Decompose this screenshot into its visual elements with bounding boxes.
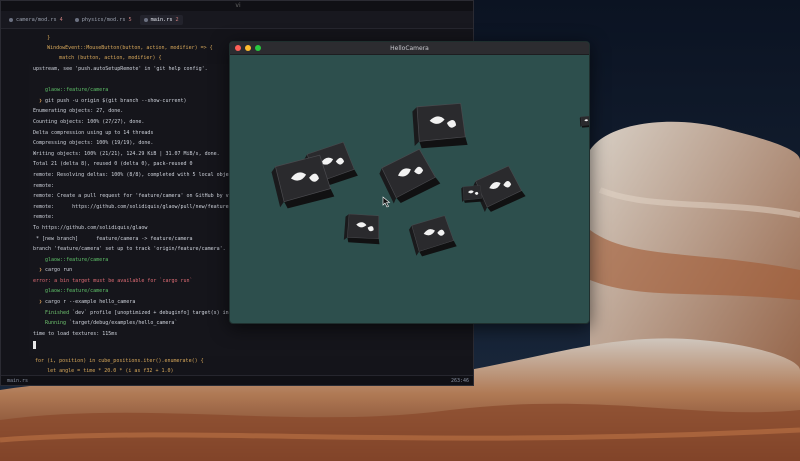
output-text: Compressing objects: 100% (19/19), done. <box>33 140 154 147</box>
output-text: Writing objects: 100% (21/21), 124.29 Ki… <box>33 150 220 157</box>
render-canvas[interactable] <box>230 55 590 324</box>
terminal-cursor <box>33 340 36 349</box>
file-icon <box>143 17 148 22</box>
output-text: Delta compression using up to 14 threads <box>33 129 154 136</box>
tab-0[interactable]: camera/mod.rs 4 <box>5 15 67 25</box>
tab-1[interactable]: physics/mod.rs 5 <box>71 15 136 25</box>
cube-9 <box>579 115 589 128</box>
code-bottom: for (i, position) in cube_positions.iter… <box>1 356 473 376</box>
file-icon <box>74 17 79 22</box>
prompt-directory: glaow::feature/camera <box>45 288 109 295</box>
line-number <box>1 33 23 43</box>
output-text: remote: <box>33 214 55 221</box>
output-text: Total 21 (delta 8), reused 0 (delta 0), … <box>33 161 193 168</box>
line-number <box>1 43 23 53</box>
hello-camera-window[interactable]: HelloCamera <box>229 41 590 324</box>
terminal-line <box>29 339 473 350</box>
output-text: * [new branch] feature/camera -> feature… <box>33 235 193 242</box>
code-text: } <box>23 35 51 41</box>
code-text: WindowEvent::MouseButton(button, action,… <box>23 45 213 51</box>
code-line: for (i, position) in cube_positions.iter… <box>1 356 473 366</box>
cargo-status-text: `target/debug/examples/hello_camera` <box>66 320 178 327</box>
status-position: 263:46 <box>450 378 469 384</box>
tab-count: 4 <box>59 16 63 23</box>
tab-2[interactable]: main.rs 2 <box>139 14 183 25</box>
tab-count: 5 <box>128 16 132 23</box>
editor-status-bar: main.rs 263:46 <box>1 375 473 385</box>
cargo-status-label: Finished <box>45 309 70 316</box>
output-text: remote: Create a pull request for 'featu… <box>33 193 253 200</box>
output-text: upstream, see 'push.autoSetupRemote' in … <box>33 66 208 72</box>
mouse-cursor-icon <box>382 196 391 208</box>
command-text: cargo run <box>45 267 73 274</box>
cube-4 <box>375 146 443 207</box>
cube-6 <box>460 185 484 204</box>
command-text: git push -u origin $(git branch --show-c… <box>45 97 187 104</box>
output-text: branch 'feature/camera' set up to track … <box>33 246 226 253</box>
error-text: error: a bin target must be available fo… <box>33 277 193 284</box>
cube-7 <box>341 210 384 247</box>
cargo-status-text: `dev` profile [unoptimized + debuginfo] … <box>69 309 247 316</box>
code-text: for (i, position) in cube_positions.iter… <box>23 358 204 364</box>
output-text: To https://github.com/solidiquis/glaow <box>33 224 148 231</box>
line-number <box>1 53 23 63</box>
output-text: time to load textures: 115ms <box>33 330 118 337</box>
editor-window-title: vi <box>1 1 473 11</box>
tab-count: 2 <box>175 16 179 23</box>
command-text: cargo r --example hello_camera <box>45 299 136 306</box>
status-file: main.rs <box>7 378 29 384</box>
file-icon <box>9 17 13 22</box>
tab-label: main.rs <box>150 16 173 23</box>
code-text: match (button, action, modifier) { <box>23 55 162 61</box>
output-text: remote: Resolving deltas: 100% (8/8), co… <box>33 171 241 178</box>
prompt-directory: glaow::feature/camera <box>45 87 109 94</box>
output-text: Counting objects: 100% (27/27), done. <box>33 118 145 125</box>
terminal-line: time to load textures: 115ms <box>29 329 473 340</box>
tab-label: camera/mod.rs <box>16 16 57 23</box>
prompt-directory: glaow::feature/camera <box>45 256 109 263</box>
hello-camera-titlebar[interactable]: HelloCamera <box>230 42 589 55</box>
output-text: remote: https://github.com/solidiquis/gl… <box>33 203 250 210</box>
cube-1 <box>411 102 469 149</box>
hello-camera-title: HelloCamera <box>390 44 429 52</box>
cube-8 <box>407 214 458 259</box>
line-number <box>1 356 23 366</box>
output-text: remote: <box>33 182 55 189</box>
output-text: Enumerating objects: 27, done. <box>33 108 124 115</box>
editor-tab-bar: camera/mod.rs 4 physics/mod.rs 5 main.rs 2 <box>1 11 473 29</box>
tab-label: physics/mod.rs <box>81 16 126 23</box>
cargo-status-label: Running <box>45 320 67 327</box>
